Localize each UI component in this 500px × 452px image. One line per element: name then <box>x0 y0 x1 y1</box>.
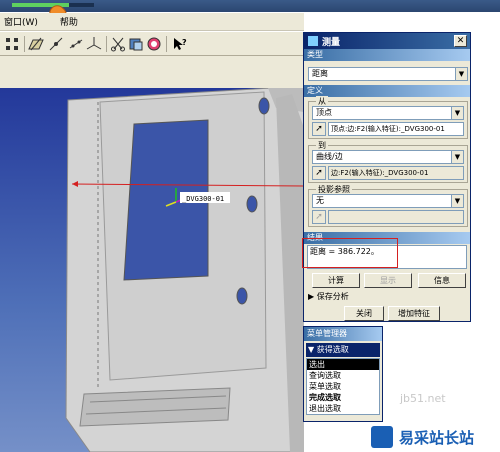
watermark-faint: jb51.net <box>400 392 446 405</box>
hole-2 <box>246 195 258 213</box>
site-logo-icon <box>371 426 393 448</box>
projection-reference-field[interactable] <box>328 210 464 224</box>
projection-select[interactable]: 无 ▼ <box>312 194 464 208</box>
to-type-select[interactable]: 曲线/边 ▼ <box>312 150 464 164</box>
chevron-down-icon[interactable]: ▼ <box>455 68 467 80</box>
menu-manager-subtitle-label: 获得选取 <box>316 345 349 354</box>
model-label: _DVG300-01 <box>182 195 224 203</box>
model-viewport[interactable]: _DVG300-01 <box>0 88 304 452</box>
menu-item-select[interactable]: 选出 <box>307 359 379 370</box>
datum-point-icon[interactable] <box>68 36 84 52</box>
close-icon[interactable]: ✕ <box>454 35 467 47</box>
chevron-down-icon[interactable]: ▼ <box>451 151 463 163</box>
top-strip <box>0 0 500 12</box>
save-analysis-label: 保存分析 <box>316 292 349 301</box>
hole-1 <box>258 97 270 115</box>
menu-window[interactable]: 窗口(W) <box>4 15 38 28</box>
measure-icon <box>308 36 318 46</box>
from-pick-button[interactable]: ➚ <box>312 122 326 136</box>
cursor-arrow-icon: ➚ <box>315 124 323 134</box>
menu-item-menu-select[interactable]: 菜单选取 <box>307 381 379 392</box>
toolbar: ? <box>0 32 304 56</box>
type-select[interactable]: 距离 ▼ <box>308 67 468 81</box>
view-manager-icon[interactable] <box>146 36 162 52</box>
info-button[interactable]: 信息 <box>418 273 466 288</box>
datum-axis-icon[interactable] <box>48 36 64 52</box>
close-button[interactable]: 关闭 <box>344 306 384 321</box>
hole-3 <box>236 287 248 305</box>
svg-text:?: ? <box>182 38 187 47</box>
dialog-titlebar: 测量 <box>304 33 470 49</box>
menu-manager-subtitle[interactable]: ▼ 获得选取 <box>306 343 380 357</box>
chevron-down-icon: ▼ <box>308 345 317 354</box>
scissors-icon[interactable] <box>110 36 126 52</box>
to-type-value: 曲线/边 <box>316 152 343 161</box>
projection-value: 无 <box>316 196 324 205</box>
menu-item-query-select[interactable]: 查询选取 <box>307 370 379 381</box>
save-analysis-toggle[interactable]: ▶ 保存分析 <box>308 291 468 303</box>
menu-item-quit-select[interactable]: 退出选取 <box>307 403 379 414</box>
display-button[interactable]: 显示 <box>364 273 412 288</box>
coordinate-system-icon[interactable] <box>86 36 102 52</box>
menubar: 窗口(W) 帮助 <box>0 13 304 31</box>
cursor-arrow-icon: ➚ <box>315 212 323 222</box>
to-reference-field[interactable]: 边:F2(输入特征):_DVG300-01 <box>328 166 464 180</box>
bottom-slot <box>79 387 231 427</box>
cursor-arrow-icon: ➚ <box>315 168 323 178</box>
menu-manager: 菜单管理器 ▼ 获得选取 选出 查询选取 菜单选取 完成选取 退出选取 <box>303 326 383 422</box>
definition-section-header: 定义 <box>304 85 470 97</box>
chevron-down-icon[interactable]: ▼ <box>451 107 463 119</box>
grid-icon[interactable] <box>4 36 20 52</box>
to-pick-button[interactable]: ➚ <box>312 166 326 180</box>
measure-dialog: 测量 ✕ 类型 距离 ▼ 定义 从 顶点 ▼ ➚ 顶点:边:F2(输入特征):_… <box>303 32 471 322</box>
projection-pick-button[interactable]: ➚ <box>312 210 326 224</box>
chevron-right-icon: ▶ <box>308 292 317 301</box>
dialog-title: 测量 <box>322 37 341 48</box>
menu-manager-list: 选出 查询选取 菜单选取 完成选取 退出选取 <box>306 358 380 415</box>
from-reference-field[interactable]: 顶点:边:F2(输入特征):_DVG300-01 <box>328 122 464 136</box>
menu-manager-title: 菜单管理器 <box>304 327 382 341</box>
menu-item-done-select[interactable]: 完成选取 <box>307 392 379 403</box>
watermark-text: 易采站长站 <box>399 428 475 447</box>
type-section-header: 类型 <box>304 49 470 61</box>
result-highlight-box <box>302 238 398 268</box>
type-select-value: 距离 <box>312 69 328 78</box>
add-feature-button[interactable]: 增加特征 <box>388 306 440 321</box>
analysis-icon[interactable] <box>128 36 144 52</box>
toolbar-extension <box>0 56 304 88</box>
calculate-button[interactable]: 计算 <box>312 273 360 288</box>
watermark: 易采站长站 <box>367 422 500 452</box>
whats-this-help-icon[interactable]: ? <box>172 36 188 52</box>
chevron-down-icon[interactable]: ▼ <box>451 195 463 207</box>
from-type-select[interactable]: 顶点 ▼ <box>312 106 464 120</box>
datum-plane-icon[interactable] <box>28 36 44 52</box>
menu-help[interactable]: 帮助 <box>60 15 78 28</box>
from-type-value: 顶点 <box>316 108 332 117</box>
